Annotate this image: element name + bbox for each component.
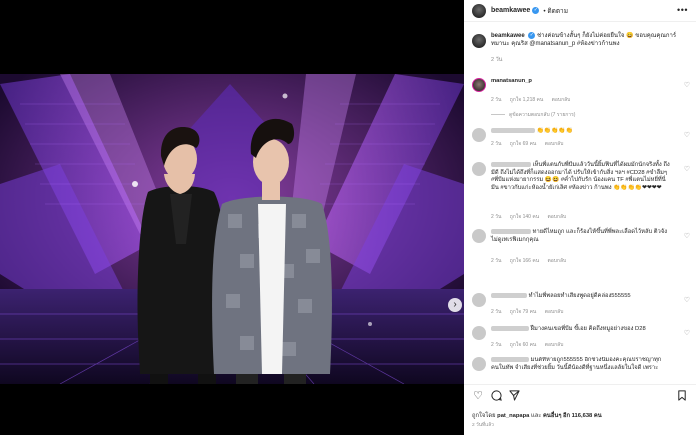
comment-time: 2 วัน: [491, 342, 502, 348]
author-username[interactable]: beamkawee: [491, 7, 530, 14]
comment-likes[interactable]: ถูกใจ 79 คน: [510, 309, 537, 315]
comment-likes[interactable]: ถูกใจ 69 คน: [510, 141, 537, 147]
follow-button[interactable]: • ติดตาม: [543, 6, 568, 16]
more-options-icon[interactable]: •••: [677, 5, 688, 15]
commenter-avatar[interactable]: [472, 293, 486, 307]
comment-time: 2 วัน: [491, 258, 502, 264]
blurred-username: [491, 229, 531, 234]
comment-text: ทำไมพี่พลอยทำเสียงพูดอยู่ดีคล่อง555555: [528, 293, 631, 300]
reply-button[interactable]: ตอบกลับ: [545, 309, 564, 315]
blurred-username: [491, 162, 531, 167]
heart-icon[interactable]: ♡: [684, 329, 690, 337]
commenter-avatar[interactable]: [472, 357, 486, 371]
liked-by-mid: และ: [531, 413, 542, 419]
comment-icon[interactable]: [490, 390, 502, 402]
comment-item: manatsanun_p 2 วัน ถูกใจ 1,218 คน ตอบกลั…: [472, 78, 690, 120]
comment-item: มนต์ที่หายถูก555555 อีกช่วงนี้มองคะคุณปร…: [472, 357, 690, 383]
verified-badge-icon: ✓: [528, 32, 536, 39]
reply-button[interactable]: ตอบกลับ: [548, 258, 567, 264]
post-action-bar: ♡ ถูกใจโดย pat_napapa และ คนอื่นๆ อีก 11…: [464, 384, 696, 435]
reply-button[interactable]: ตอบกลับ: [545, 342, 564, 348]
next-photo-button[interactable]: ›: [448, 298, 462, 312]
caption-username[interactable]: beamkawee: [491, 33, 525, 39]
commenter-avatar[interactable]: [472, 162, 486, 176]
blurred-username: [491, 357, 529, 362]
comment-bubble-icon: [490, 390, 502, 401]
reply-button[interactable]: ตอบกลับ: [545, 141, 564, 147]
share-icon[interactable]: [508, 390, 520, 402]
commenter-avatar[interactable]: [472, 229, 486, 243]
comment-text: 👏👏👏👏👏: [536, 128, 573, 135]
liked-by-user[interactable]: pat_napapa: [497, 413, 529, 419]
liked-by-prefix: ถูกใจโดย: [472, 413, 496, 419]
reply-button[interactable]: ตอบกลับ: [548, 214, 567, 220]
commenter-username[interactable]: manatsanun_p: [491, 78, 532, 84]
verified-badge-icon: ✓: [532, 7, 540, 14]
bookmark-icon[interactable]: [676, 390, 688, 402]
commenter-avatar[interactable]: [472, 78, 486, 92]
comment-likes[interactable]: ถูกใจ 140 คน: [510, 214, 539, 220]
comment-time: 2 วัน: [491, 214, 502, 220]
comment-item: เห็นพี่แตนกับพี่บีมแล้ววันนี้ยิ้มฟินที่ไ…: [472, 162, 690, 220]
comment-item: 👏👏👏👏👏 2 วัน ถูกใจ 69 คน ตอบกลับ ♡: [472, 128, 690, 150]
comment-text: ฝืมางคนเขอพี่บีม ขี้เอย คิดถึงหมูอย่างขอ…: [530, 326, 646, 333]
comment-time: 2 วัน: [491, 97, 502, 103]
bookmark-shape-icon: [678, 390, 686, 401]
commenter-avatar[interactable]: [472, 128, 486, 142]
heart-icon[interactable]: ♡: [684, 296, 690, 304]
blurred-username: [491, 326, 529, 331]
comment-item: ทำไมพี่พลอยทำเสียงพูดอยู่ดีคล่อง555555 2…: [472, 293, 690, 317]
comment-likes[interactable]: ถูกใจ 1,218 คน: [510, 97, 543, 103]
caption-timestamp: 2 วัน: [491, 57, 503, 63]
heart-icon[interactable]: ♡: [472, 390, 484, 402]
liked-by-others[interactable]: คนอื่นๆ อีก 116,638 คน: [543, 413, 602, 419]
paper-plane-icon: [508, 390, 520, 401]
post-date: 2 วันที่แล้ว: [472, 423, 494, 428]
comment-likes[interactable]: ถูกใจ 60 คน: [510, 342, 537, 348]
author-avatar[interactable]: [472, 3, 486, 18]
post-detail-panel: beamkawee ✓ • ติดตาม ••• beamkawee ✓ ช่า…: [464, 0, 696, 435]
post-header: beamkawee ✓ • ติดตาม •••: [464, 0, 696, 22]
caption-avatar[interactable]: [472, 34, 486, 48]
heart-icon[interactable]: ♡: [684, 131, 690, 139]
comment-item: ฝืมางคนเขอพี่บีม ขี้เอย คิดถึงหมูอย่างขอ…: [472, 326, 690, 350]
post-photo[interactable]: ›: [0, 74, 464, 384]
comment-time: 2 วัน: [491, 309, 502, 315]
view-replies-link[interactable]: ดูข้อความตอบกลับ (7 รายการ): [491, 111, 575, 119]
heart-icon[interactable]: ♡: [684, 81, 690, 89]
blurred-username: [491, 128, 535, 133]
comment-time: 2 วัน: [491, 141, 502, 147]
reply-button[interactable]: ตอบกลับ: [552, 97, 571, 103]
heart-icon[interactable]: ♡: [684, 232, 690, 240]
comment-item: ทายดีไหมถูก และก็ร้องไห้ขึ้นที่พี่พละเลื…: [472, 229, 690, 264]
blurred-username: [491, 293, 527, 298]
comment-likes[interactable]: ถูกใจ 166 คน: [510, 258, 539, 264]
stage-photo-illustration: [0, 74, 464, 384]
liked-by-summary[interactable]: ถูกใจโดย pat_napapa และ คนอื่นๆ อีก 116,…: [472, 410, 602, 420]
commenter-avatar[interactable]: [472, 326, 486, 340]
heart-icon[interactable]: ♡: [684, 165, 690, 173]
